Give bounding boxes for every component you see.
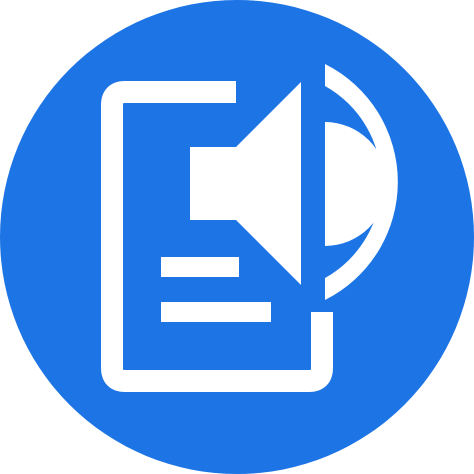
- background-circle: [0, 0, 474, 474]
- audio-document-icon: [0, 0, 474, 474]
- text-line-1: [161, 257, 239, 277]
- app-icon: [0, 0, 474, 474]
- text-line-2: [161, 302, 271, 322]
